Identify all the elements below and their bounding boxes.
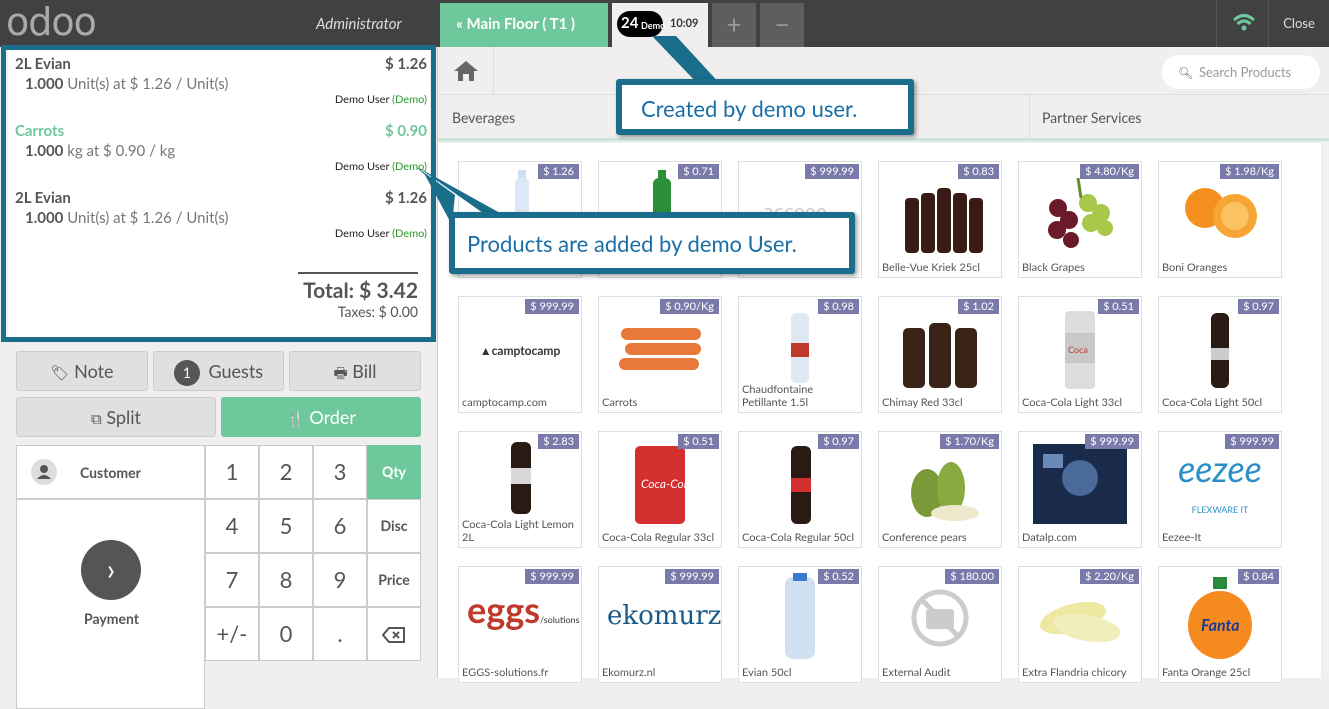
callout-created-by-demo: Created by demo user. [616, 79, 914, 135]
callout-products-added: Products are added by demo User. [449, 212, 855, 274]
